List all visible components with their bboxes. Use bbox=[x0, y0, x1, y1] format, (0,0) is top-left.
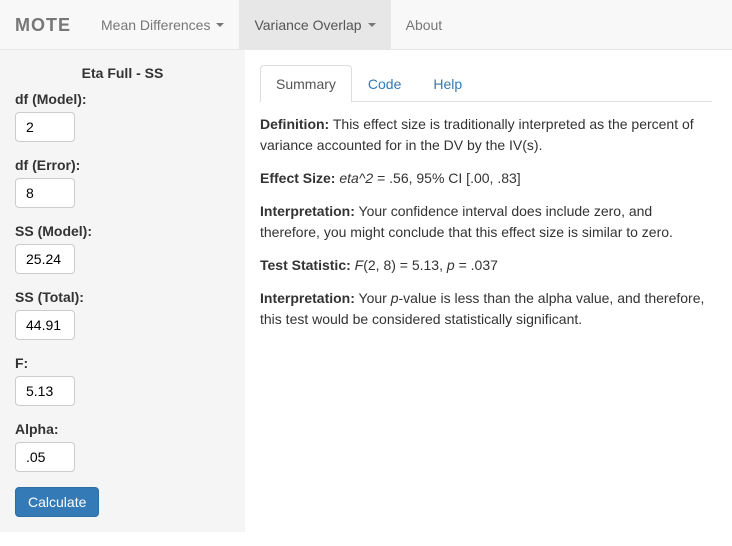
label-df-model: df (Model): bbox=[15, 91, 230, 107]
input-f[interactable] bbox=[15, 376, 75, 406]
main-panel: Summary Code Help Definition: This effec… bbox=[245, 50, 732, 532]
tab-help[interactable]: Help bbox=[417, 65, 478, 102]
interp1-label: Interpretation: bbox=[260, 203, 355, 219]
content: Eta Full - SS df (Model): df (Error): SS… bbox=[0, 50, 732, 532]
label-f: F: bbox=[15, 355, 230, 371]
field-df-error: df (Error): bbox=[15, 157, 230, 208]
test-stat-label: Test Statistic: bbox=[260, 257, 351, 273]
label-ss-model: SS (Model): bbox=[15, 223, 230, 239]
chevron-down-icon bbox=[216, 23, 224, 27]
calculate-button[interactable]: Calculate bbox=[15, 487, 99, 517]
input-df-model[interactable] bbox=[15, 112, 75, 142]
field-ss-total: SS (Total): bbox=[15, 289, 230, 340]
effect-size-line: Effect Size: eta^2 = .56, 95% CI [.00, .… bbox=[260, 168, 712, 189]
test-stat-p: p bbox=[447, 257, 455, 273]
label-ss-total: SS (Total): bbox=[15, 289, 230, 305]
field-df-model: df (Model): bbox=[15, 91, 230, 142]
nav-variance-overlap[interactable]: Variance Overlap bbox=[239, 0, 390, 49]
interpretation-1-line: Interpretation: Your confidence interval… bbox=[260, 201, 712, 243]
interp2-pre: Your bbox=[355, 290, 391, 306]
tab-code[interactable]: Code bbox=[352, 65, 417, 102]
tab-summary[interactable]: Summary bbox=[260, 65, 352, 102]
label-df-error: df (Error): bbox=[15, 157, 230, 173]
input-alpha[interactable] bbox=[15, 442, 75, 472]
effect-size-stat: eta^2 bbox=[339, 170, 373, 186]
test-stat-end: = .037 bbox=[455, 257, 498, 273]
input-ss-model[interactable] bbox=[15, 244, 75, 274]
tabs: Summary Code Help bbox=[260, 65, 712, 102]
nav-label: About bbox=[406, 17, 443, 33]
definition-label: Definition: bbox=[260, 116, 329, 132]
chevron-down-icon bbox=[368, 23, 376, 27]
navbar-brand[interactable]: MOTE bbox=[0, 0, 86, 49]
nav-label: Variance Overlap bbox=[254, 17, 361, 33]
sidebar-title: Eta Full - SS bbox=[15, 65, 230, 81]
nav-about[interactable]: About bbox=[391, 0, 458, 49]
field-alpha: Alpha: bbox=[15, 421, 230, 472]
interp2-p: p bbox=[391, 290, 399, 306]
definition-line: Definition: This effect size is traditio… bbox=[260, 114, 712, 156]
sidebar: Eta Full - SS df (Model): df (Error): SS… bbox=[0, 50, 245, 532]
interp2-label: Interpretation: bbox=[260, 290, 355, 306]
interpretation-2-line: Interpretation: Your p-value is less tha… bbox=[260, 288, 712, 330]
test-stat-mid: (2, 8) = 5.13, bbox=[363, 257, 447, 273]
field-ss-model: SS (Model): bbox=[15, 223, 230, 274]
field-f: F: bbox=[15, 355, 230, 406]
test-statistic-line: Test Statistic: F(2, 8) = 5.13, p = .037 bbox=[260, 255, 712, 276]
test-stat-f: F bbox=[355, 257, 364, 273]
effect-size-text: = .56, 95% CI [.00, .83] bbox=[373, 170, 520, 186]
nav-mean-differences[interactable]: Mean Differences bbox=[86, 0, 239, 49]
input-ss-total[interactable] bbox=[15, 310, 75, 340]
nav-label: Mean Differences bbox=[101, 17, 210, 33]
effect-size-label: Effect Size: bbox=[260, 170, 335, 186]
input-df-error[interactable] bbox=[15, 178, 75, 208]
navbar: MOTE Mean Differences Variance Overlap A… bbox=[0, 0, 732, 50]
label-alpha: Alpha: bbox=[15, 421, 230, 437]
